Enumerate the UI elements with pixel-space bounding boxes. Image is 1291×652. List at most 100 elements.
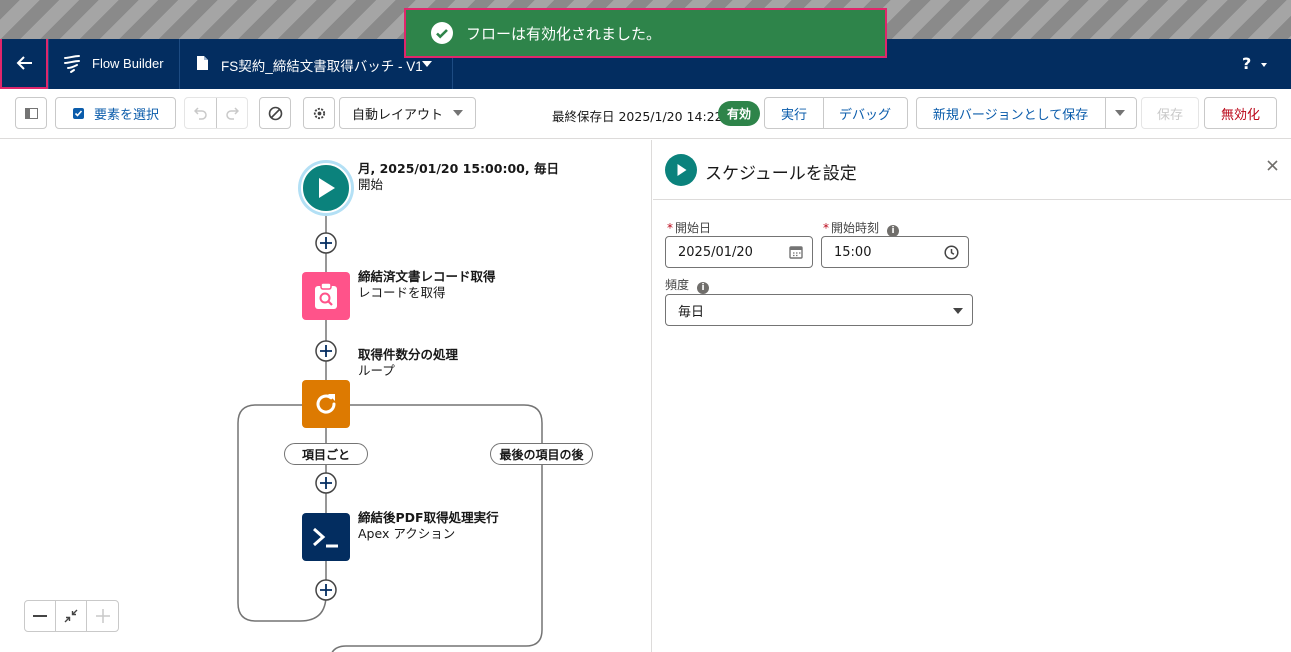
loop-node-title: 取得件数分の処理 — [358, 347, 459, 362]
zoom-in-button[interactable] — [87, 601, 118, 631]
toolbar: 要素を選択 自動レイアウト 最終保存日 2025/1/20 14:22 有効 実… — [0, 89, 1291, 139]
chevron-down-icon — [453, 110, 463, 116]
deactivate-button[interactable]: 無効化 — [1204, 97, 1277, 129]
clock-icon[interactable] — [944, 245, 959, 260]
start-date-label: * 開始日 — [667, 221, 712, 235]
add-element-plus-icon[interactable] — [315, 340, 337, 362]
save-button[interactable]: 保存 — [1141, 97, 1199, 129]
ban-icon — [268, 106, 282, 120]
start-time-value: 15:00 — [834, 244, 872, 260]
start-time-label-text: 開始時刻 — [831, 221, 880, 235]
get-records-node[interactable] — [302, 272, 350, 320]
start-date-value: 2025/01/20 — [678, 244, 753, 260]
flow-builder-logo-icon — [64, 55, 80, 73]
button-divider — [216, 98, 217, 128]
get-records-node-title: 締結済文書レコード取得 — [358, 269, 496, 284]
save-as-new-version-group: 新規バージョンとして保存 — [916, 97, 1137, 129]
run-button[interactable]: 実行 — [765, 104, 823, 123]
start-date-label-text: 開始日 — [675, 221, 712, 235]
start-time-input[interactable]: 15:00 — [821, 236, 969, 268]
loop-node-subtitle: ループ — [358, 363, 395, 378]
fit-view-button[interactable] — [56, 601, 87, 631]
clear-button[interactable] — [259, 97, 291, 129]
undo-icon — [193, 107, 207, 120]
zoom-out-button[interactable] — [25, 601, 56, 631]
start-date-input[interactable]: 2025/01/20 — [665, 236, 813, 268]
info-icon[interactable]: i — [697, 282, 710, 294]
chevron-down-icon — [1115, 110, 1126, 116]
zoom-controls — [24, 600, 119, 632]
checkbox-icon — [72, 108, 84, 119]
start-node[interactable] — [298, 160, 354, 216]
loop-for-each-pill: 項目ごと — [284, 443, 368, 465]
properties-panel: スケジュールを設定 * 開始日 2025/01/20 * 開始時刻 i 15:00 頻… — [653, 140, 1291, 652]
toggle-panel-button[interactable] — [15, 97, 47, 129]
apex-node-title: 締結後PDF取得処理実行 — [358, 510, 499, 525]
frequency-label: 頻度 i — [665, 276, 710, 294]
success-toast: フローは有効化されました。 — [404, 8, 887, 58]
contract-icon — [64, 609, 78, 623]
last-saved-text: 最終保存日 2025/1/20 14:22 — [552, 109, 723, 124]
loop-refresh-icon — [316, 394, 336, 414]
loop-node-label: 取得件数分の処理 ループ — [358, 347, 458, 379]
calendar-icon[interactable] — [789, 245, 803, 259]
header-divider — [179, 39, 180, 89]
loop-after-last-pill: 最後の項目の後 — [490, 443, 593, 465]
apex-node-subtitle: Apex アクション — [358, 526, 456, 541]
undo-redo-group — [184, 97, 248, 129]
loop-node[interactable] — [302, 380, 350, 428]
status-badge: 有効 — [718, 101, 760, 126]
panel-toggle-icon — [24, 107, 38, 119]
layout-mode-value: 自動レイアウト — [352, 107, 444, 123]
flow-canvas[interactable]: 月, 2025/01/20 15:00:00, 毎日 開始 締結済文書レコード取… — [0, 140, 652, 652]
start-play-icon — [665, 154, 697, 186]
toast-message: フローは有効化されました。 — [466, 24, 662, 43]
frequency-value: 毎日 — [678, 304, 705, 320]
start-node-label: 月, 2025/01/20 15:00:00, 毎日 開始 — [358, 161, 559, 193]
flow-name[interactable]: FS契約_締結文書取得バッチ - V1 — [221, 55, 423, 75]
settings-button[interactable] — [303, 97, 335, 129]
get-records-node-subtitle: レコードを取得 — [358, 285, 446, 300]
frequency-label-text: 頻度 — [665, 278, 690, 292]
button-divider — [823, 98, 824, 128]
redo-icon — [225, 107, 239, 120]
chevron-down-icon[interactable] — [1261, 63, 1267, 67]
debug-button[interactable]: デバッグ — [823, 104, 907, 123]
add-element-plus-icon[interactable] — [315, 472, 337, 494]
redo-button[interactable] — [216, 106, 247, 120]
app-name: Flow Builder — [92, 56, 164, 71]
save-as-new-version-button[interactable]: 新規バージョンとして保存 — [917, 104, 1104, 123]
select-elements-button[interactable]: 要素を選択 — [55, 97, 176, 129]
apex-node-label: 締結後PDF取得処理実行 Apex アクション — [358, 510, 499, 542]
back-button[interactable] — [0, 39, 48, 89]
select-elements-label: 要素を選択 — [93, 107, 159, 123]
header-divider — [48, 39, 49, 89]
panel-title: スケジュールを設定 — [705, 164, 857, 184]
add-element-plus-icon[interactable] — [315, 232, 337, 254]
get-records-node-label: 締結済文書レコード取得 レコードを取得 — [358, 269, 496, 301]
plus-icon — [95, 609, 110, 623]
play-icon — [319, 178, 335, 198]
start-node-title: 月, 2025/01/20 15:00:00, 毎日 — [358, 161, 559, 176]
gear-icon — [313, 107, 325, 119]
layout-mode-select[interactable]: 自動レイアウト — [339, 97, 476, 129]
undo-button[interactable] — [185, 106, 216, 120]
close-icon[interactable] — [1267, 160, 1278, 171]
button-divider — [1105, 98, 1106, 128]
success-check-icon — [431, 22, 453, 44]
minus-icon — [33, 615, 47, 617]
start-time-label: * 開始時刻 i — [823, 219, 900, 237]
save-options-dropdown[interactable] — [1104, 110, 1136, 116]
run-debug-group: 実行 デバッグ — [764, 97, 908, 129]
panel-header: スケジュールを設定 — [653, 140, 1291, 200]
frequency-select[interactable]: 毎日 — [665, 294, 973, 326]
add-element-plus-icon[interactable] — [315, 579, 337, 601]
help-button[interactable]: ? — [1242, 54, 1251, 73]
start-node-subtitle: 開始 — [358, 177, 384, 192]
chevron-down-icon[interactable] — [422, 61, 432, 67]
chevron-down-icon — [953, 308, 963, 314]
clipboard-search-icon — [315, 282, 337, 309]
terminal-icon — [313, 527, 338, 548]
back-arrow-icon — [16, 56, 32, 70]
apex-action-node[interactable] — [302, 513, 350, 561]
